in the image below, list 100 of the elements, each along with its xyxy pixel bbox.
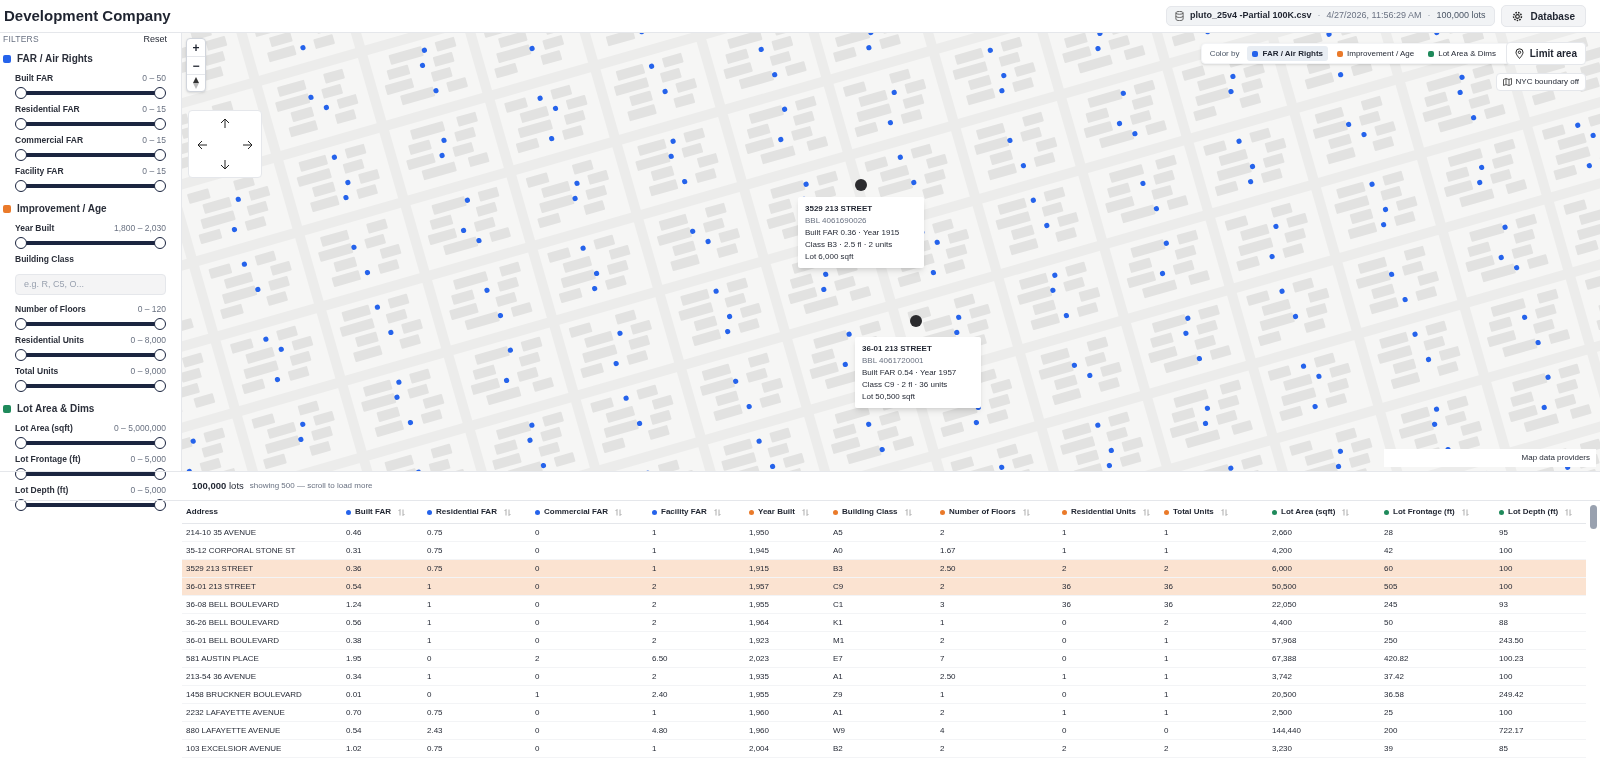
range-slider[interactable] [15,498,166,511]
color-by-option[interactable]: Improvement / Age [1332,46,1420,61]
table-cell-text: 6.50 [651,652,669,665]
table-cell-text: 2 [1163,562,1170,575]
table-cell-text: 2 [939,526,946,539]
database-icon [1175,11,1184,21]
range-slider[interactable] [15,179,166,192]
range-slider[interactable] [15,317,166,330]
table-cell-text: 2.43 [426,724,444,737]
table-cell-text: 1 [1163,688,1170,701]
table-cell-text: 1,957 [748,580,771,593]
column-header[interactable]: Year Built [745,506,829,518]
table-cell-text: 1 [1061,670,1068,683]
table-cell-text: 144,440 [1271,724,1302,737]
column-header[interactable]: Number of Floors [936,506,1058,518]
pan-down-button[interactable] [220,160,230,170]
table-cell-text: 36-08 BELL BOULEVARD [185,598,280,611]
scrollbar-thumb[interactable] [1590,505,1597,529]
table-cell-text: 0.75 [426,742,444,755]
range-slider[interactable] [15,436,166,449]
table-cell-text: 250 [1383,634,1399,647]
column-header[interactable]: Lot Depth (ft) [1495,506,1586,518]
range-slider[interactable] [15,86,166,99]
column-header[interactable]: Total Units [1160,506,1268,518]
range-value: 0 – 15 [142,165,166,178]
range-slider[interactable] [15,148,166,161]
table-cell-text: 1,945 [748,544,771,557]
zoom-out-button[interactable]: − [187,57,205,75]
table-cell-text: 36 [1163,580,1174,593]
tooltip-bbl: BBL 4061720001 [862,355,925,366]
pan-up-button[interactable] [220,118,230,128]
table-cell-text: 100 [1498,706,1514,719]
table-cell-text: 1 [1061,544,1068,557]
table-cell-text: 1 [651,526,658,539]
column-header[interactable]: Residential FAR [423,506,531,518]
zoom-in-button[interactable]: + [187,39,205,57]
column-header[interactable]: Residential Units [1058,506,1160,518]
column-header: Address [185,506,219,518]
table-cell-text: 1 [651,742,658,755]
table-cell-text: 2 [1163,742,1170,755]
table-cell-text: 0 [426,652,433,665]
reset-button[interactable]: Reset [143,33,167,47]
table-cell-text: 2.50 [939,670,957,683]
table-cell-text: 1,923 [748,634,771,647]
table-cell-text: 2 [939,742,946,755]
database-button[interactable]: Database [1500,5,1586,27]
pan-left-button[interactable] [197,140,207,150]
app-title: Development Company [4,5,171,26]
table-cell-text: 2 [651,598,658,611]
table-cell-text: 1 [939,688,946,701]
column-header[interactable]: Built FAR [342,506,423,518]
table-row[interactable]: 36-01 213 STREET 0.54 1 0 2 1,957 C9 2 36 36 50,500 505 100 [182,578,1586,596]
building-class-field[interactable]: e.g. R, C5, O... [15,273,166,295]
tooltip-text: Class C9 · 2 fl · 36 units [862,379,949,390]
file-timestamp: 4/27/2026, 11:56:29 AM [1326,9,1422,23]
table-cell-text: 2 [939,634,946,647]
limit-area-button[interactable]: Limit area [1505,42,1586,65]
table-cell-text: 0.56 [345,616,363,629]
range-value: 1,800 – 2,030 [114,222,166,235]
tooltip-title: 3529 213 STREET [805,203,874,214]
table-cell-text: 1,950 [748,526,771,539]
table-cell-text: A5 [832,526,844,539]
column-header[interactable]: Facility FAR [648,506,745,518]
range-slider[interactable] [15,236,166,249]
range-slider[interactable] [15,379,166,392]
column-header[interactable]: Building Class [829,506,936,518]
range-slider[interactable] [15,467,166,480]
color-by-option[interactable]: FAR / Air Rights [1247,46,1329,61]
table-cell-text: 39 [1383,742,1394,755]
table-cell-text: 1 [939,616,946,629]
tooltip-text: Lot 6,000 sqft [805,251,855,262]
pan-right-button[interactable] [243,140,253,150]
color-by-option[interactable]: Lot Area & Dims [1423,46,1501,61]
table-cell-text: 3529 213 STREET [185,562,255,575]
table-cell-text: 200 [1383,724,1399,737]
map-attribution: Map data providers [1384,449,1596,467]
table-cell-text: 2 [939,580,946,593]
table-cell-text: 0.75 [426,526,444,539]
column-header[interactable]: Lot Area (sqft) [1268,506,1380,518]
range-slider[interactable] [15,348,166,361]
table-row[interactable]: 3529 213 STREET 0.36 0.75 0 1 1,915 B3 2.50 2 2 6,000 60 100 [182,560,1586,578]
table-cell-text: 0.46 [345,526,363,539]
table-cell-text: 0 [534,634,541,647]
filters-heading: FILTERS [3,33,39,47]
column-header[interactable]: Commercial FAR [531,506,648,518]
table-cell-text: 0.75 [426,562,444,575]
table-cell-text: 4,200 [1271,544,1294,557]
boundary-toggle-button[interactable]: NYC boundary off [1495,73,1586,91]
table-cell-text: 2,660 [1271,526,1294,539]
location-pin-icon [1514,48,1524,59]
table-cell-text: 0 [426,688,433,701]
table-cell-text: 100 [1498,544,1514,557]
range-slider[interactable] [15,117,166,130]
table-cell-text: 2.50 [939,562,957,575]
column-header[interactable]: Lot Frontage (ft) [1380,506,1495,518]
table-cell-text: 2 [651,670,658,683]
table-cell-text: 85 [1498,742,1509,755]
range-value: 0 – 5,000,000 [114,422,166,435]
filter-group-title: Improvement / Age [17,202,107,216]
table-cell-text: 505 [1383,580,1399,593]
